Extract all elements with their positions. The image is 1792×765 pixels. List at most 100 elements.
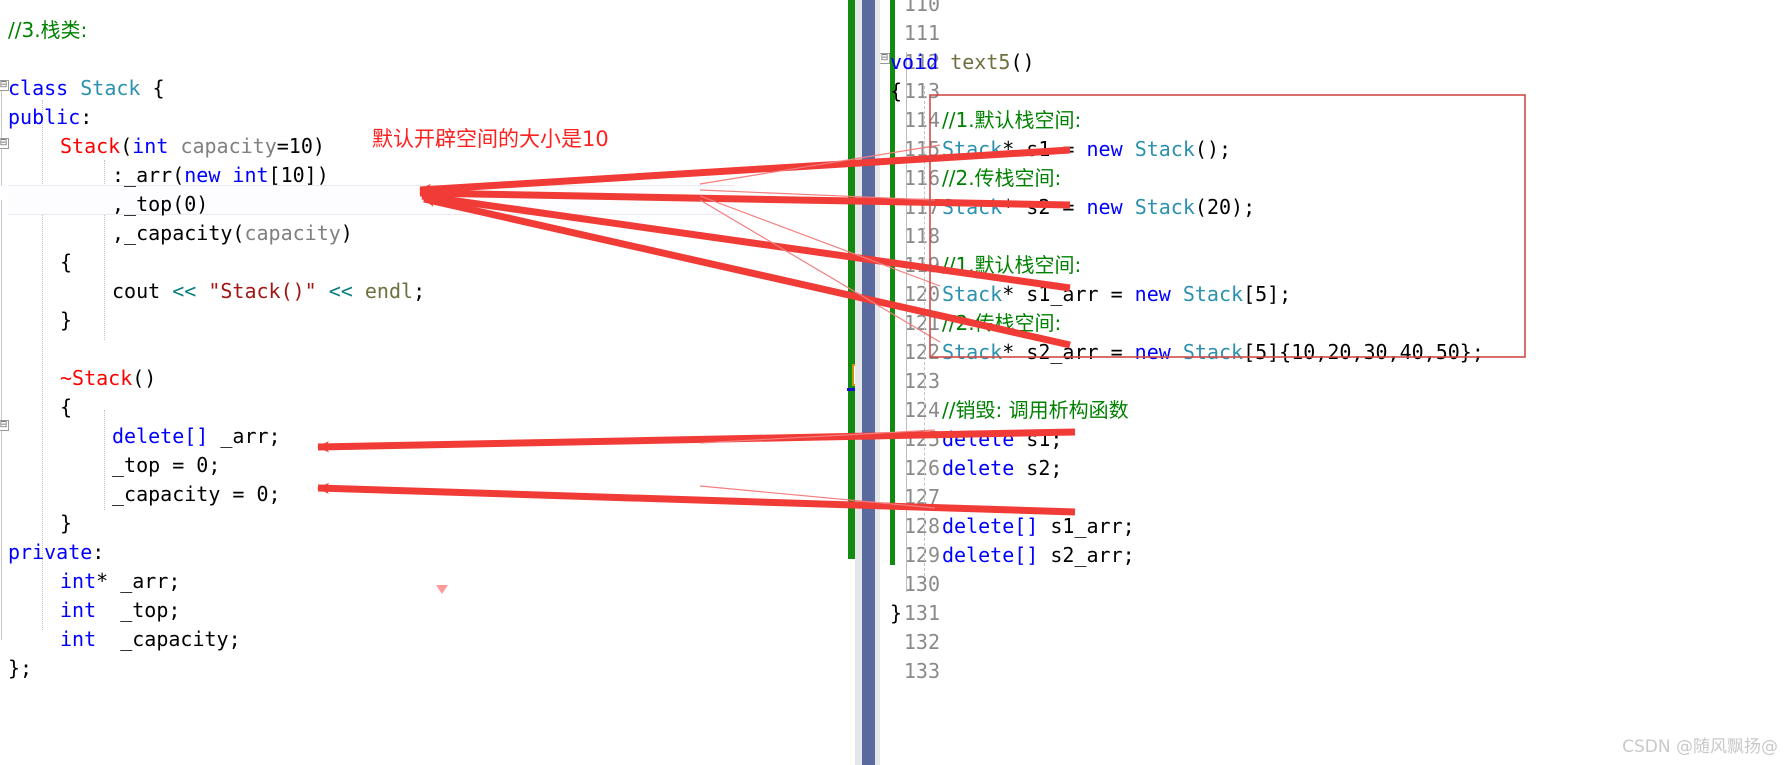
code-token: delete[] — [112, 424, 209, 448]
code-line[interactable]: Stack* s1_arr = new Stack[5]; — [942, 280, 1291, 309]
right-code-pane[interactable]: 110 111 112 113 114 115 116 117 118 119 120 121 122 1… — [880, 0, 1792, 765]
code-token: Stack — [942, 282, 1003, 306]
code-token: Stack — [942, 340, 1003, 364]
code-line[interactable]: delete s2; — [942, 454, 1062, 483]
line-number: 130 — [903, 572, 940, 596]
left-code-pane[interactable]: ⊟ ⊟ ⊟ //3.栈类: class Stack {public: Stack(i… — [0, 0, 735, 765]
code-token: "Stack()" — [208, 279, 317, 303]
line-number: 132 — [903, 630, 940, 654]
code-line[interactable]: int _top; — [60, 596, 180, 625]
code-token: //1.默认栈空间: — [942, 108, 1082, 132]
fold-toggle-dtor[interactable]: ⊟ — [0, 420, 9, 431]
code-token: private — [8, 540, 93, 564]
collapse-indicator-icon — [436, 585, 448, 594]
code-token: * _arr; — [96, 569, 181, 593]
code-token: Stack — [60, 134, 121, 158]
code-line[interactable]: //2.传栈空间: — [942, 309, 1061, 338]
code-token: s1; — [1014, 427, 1063, 451]
code-line[interactable]: private: — [8, 538, 104, 567]
red-annotation-note: 默认开辟空间的大小是10 — [372, 127, 609, 151]
code-line[interactable]: class Stack { — [8, 74, 165, 103]
code-token: [5]; — [1243, 282, 1292, 306]
code-line[interactable]: delete[] s1_arr; — [942, 512, 1135, 541]
code-token: * s1_arr = — [1002, 282, 1135, 306]
fold-toggle-text5[interactable]: ⊟ — [880, 53, 890, 64]
code-token: : — [92, 540, 105, 564]
code-token: (20); — [1194, 195, 1256, 219]
code-line[interactable]: { — [60, 248, 72, 277]
code-token: } — [60, 308, 73, 332]
code-token: //2.传栈空间: — [942, 166, 1062, 190]
code-token: new — [184, 163, 233, 187]
outlining-rail-right — [906, 52, 907, 592]
code-token: Stack — [1182, 282, 1244, 306]
code-line[interactable]: { — [60, 393, 72, 422]
code-token: (); — [1194, 137, 1232, 161]
code-token: =10) — [276, 134, 325, 158]
code-line[interactable]: void text5() — [890, 48, 1035, 77]
code-line[interactable]: //销毁: 调用析构函数 — [942, 396, 1129, 425]
code-token: Stack — [1182, 340, 1244, 364]
code-line[interactable]: int _capacity; — [60, 625, 241, 654]
code-token: _top = 0; — [112, 453, 221, 477]
code-line[interactable]: :_arr(new int[10]) — [112, 161, 329, 190]
code-line[interactable]: Stack(int capacity=10) — [60, 132, 325, 161]
code-line[interactable]: Stack* s2 = new Stack(20); — [942, 193, 1255, 222]
fold-toggle-ctor[interactable]: ⊟ — [0, 138, 9, 149]
code-token: endl — [364, 279, 414, 303]
code-token: }; — [8, 656, 33, 680]
code-token: new — [1086, 195, 1135, 219]
code-token: ,_capacity( — [112, 221, 245, 245]
code-token: ,_top(0) — [112, 192, 209, 216]
code-line[interactable]: ~Stack() — [60, 364, 156, 393]
code-token: //销毁: 调用析构函数 — [942, 398, 1129, 422]
code-token: << — [316, 279, 365, 303]
code-line[interactable]: { — [890, 77, 902, 106]
code-token: delete — [942, 456, 1015, 480]
code-token: delete[] — [942, 543, 1039, 567]
code-line[interactable]: //1.默认栈空间: — [942, 106, 1081, 135]
code-line[interactable]: int* _arr; — [60, 567, 180, 596]
code-line[interactable]: } — [890, 599, 902, 628]
code-token: _capacity = 0; — [112, 482, 281, 506]
code-line[interactable]: } — [60, 306, 72, 335]
code-token: public — [8, 105, 81, 129]
code-token: new — [1134, 282, 1183, 306]
code-token: ) — [340, 221, 353, 245]
code-line[interactable]: } — [60, 509, 72, 538]
code-token: * s2 = — [1002, 195, 1087, 219]
code-token: :_arr( — [112, 163, 185, 187]
code-line[interactable]: //2.传栈空间: — [942, 164, 1061, 193]
code-token: class — [8, 76, 81, 100]
code-line[interactable]: //1.默认栈空间: — [942, 251, 1081, 280]
code-line[interactable]: _capacity = 0; — [112, 480, 281, 509]
code-token: int — [60, 627, 97, 651]
code-token: } — [60, 511, 73, 535]
code-line[interactable]: delete[] _arr; — [112, 422, 281, 451]
code-token: Stack — [80, 76, 141, 100]
code-token: Stack — [942, 195, 1003, 219]
code-line[interactable]: public: — [8, 103, 92, 132]
code-token: void — [890, 50, 951, 74]
code-line[interactable]: ,_top(0) — [112, 190, 208, 219]
code-line[interactable]: Stack* s2_arr = new Stack[5]{10,20,30,40… — [942, 338, 1484, 367]
code-token: ( — [120, 134, 133, 158]
code-token: { — [890, 79, 903, 103]
code-line[interactable]: cout << "Stack()" << endl; — [112, 277, 425, 306]
code-token: : — [80, 105, 93, 129]
code-token: cout — [112, 279, 173, 303]
code-line[interactable]: //3.栈类: — [8, 16, 87, 45]
code-line[interactable]: ,_capacity(capacity) — [112, 219, 353, 248]
indent-guide-3 — [104, 410, 105, 510]
code-token: { — [140, 76, 165, 100]
code-line[interactable]: delete[] s2_arr; — [942, 541, 1135, 570]
code-line[interactable]: Stack* s1 = new Stack(); — [942, 135, 1231, 164]
code-token: delete — [942, 427, 1015, 451]
scrollbar-blue-band — [862, 0, 875, 765]
code-line[interactable]: delete s1; — [942, 425, 1062, 454]
code-line[interactable]: }; — [8, 654, 32, 683]
change-bar-left — [848, 0, 855, 559]
code-line[interactable]: _top = 0; — [112, 451, 220, 480]
code-token: { — [60, 395, 73, 419]
code-token: { — [60, 250, 73, 274]
